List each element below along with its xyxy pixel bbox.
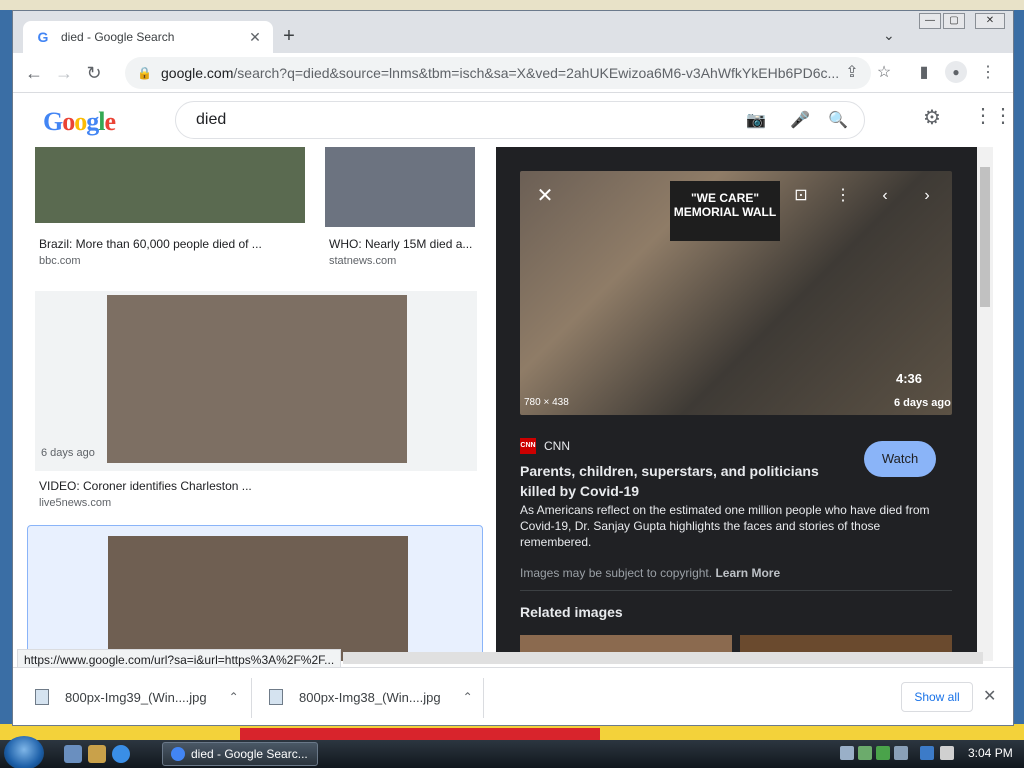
- result-card-coroner[interactable]: [35, 291, 477, 471]
- result-caption[interactable]: VIDEO: Coroner identifies Charleston ...: [39, 479, 252, 493]
- chevron-up-icon[interactable]: ⌃: [229, 690, 239, 704]
- download-item[interactable]: 800px-Img38_(Win....jpg ⌃: [269, 680, 473, 714]
- system-clock[interactable]: 3:04 PM: [968, 746, 1013, 760]
- settings-gear-icon[interactable]: ⚙: [923, 105, 941, 130]
- reload-button[interactable]: ↻: [79, 58, 109, 88]
- result-age: 6 days ago: [41, 447, 95, 459]
- download-item[interactable]: 800px-Img39_(Win....jpg ⌃: [35, 680, 239, 714]
- download-filename: 800px-Img39_(Win....jpg: [65, 689, 207, 705]
- chevron-up-icon[interactable]: ⌃: [463, 690, 473, 704]
- result-source[interactable]: live5news.com: [39, 497, 111, 509]
- tab-title: died - Google Search: [61, 30, 175, 44]
- download-shelf: 800px-Img39_(Win....jpg ⌃ 800px-Img38_(W…: [13, 667, 1013, 725]
- result-source[interactable]: statnews.com: [329, 255, 396, 267]
- previous-image-chevron-icon[interactable]: ‹: [870, 181, 900, 211]
- menu-kebab-icon[interactable]: ⋮: [975, 59, 1001, 87]
- next-image-chevron-icon[interactable]: ›: [912, 181, 942, 211]
- tray-icon-1[interactable]: [840, 746, 854, 760]
- profile-avatar-icon[interactable]: ●: [945, 61, 967, 83]
- result-caption[interactable]: WHO: Nearly 15M died a...: [329, 237, 472, 251]
- preview-image[interactable]: "WE CARE" MEMORIAL WALL ✕ ⊡ ⋮ ‹ › 780 × …: [520, 171, 952, 415]
- network-icon[interactable]: [920, 746, 934, 760]
- result-thumbnail-memorial[interactable]: [108, 536, 408, 661]
- browser-toolbar: ← → ↻ 🔒 google.com/search?q=died&source=…: [13, 53, 1013, 93]
- taskbar-item-chrome[interactable]: died - Google Searc...: [162, 742, 318, 766]
- related-images-heading: Related images: [520, 604, 623, 620]
- result-source[interactable]: bbc.com: [39, 255, 81, 267]
- source-name[interactable]: CNN: [544, 439, 570, 453]
- scrollbar-thumb[interactable]: [980, 167, 990, 307]
- preview-headline[interactable]: Parents, children, superstars, and polit…: [520, 461, 840, 501]
- horizontal-scrollbar[interactable]: [343, 652, 983, 664]
- tray-icon-2[interactable]: [858, 746, 872, 760]
- tab-search-chevron-icon[interactable]: ⌄: [883, 27, 895, 44]
- search-icon[interactable]: 🔍: [828, 110, 848, 130]
- tab-close-icon[interactable]: ✕: [247, 29, 263, 46]
- more-options-icon[interactable]: ⋮: [828, 181, 858, 211]
- result-thumbnail-brazil[interactable]: [35, 147, 305, 223]
- page-scrollbar[interactable]: [977, 147, 993, 661]
- microphone-icon[interactable]: 🎤: [790, 110, 810, 130]
- result-caption[interactable]: Brazil: More than 60,000 people died of …: [39, 237, 262, 251]
- desktop-background-bottom: [0, 724, 1024, 740]
- image-preview-panel: "WE CARE" MEMORIAL WALL ✕ ⊡ ⋮ ‹ › 780 × …: [496, 147, 977, 661]
- tray-icon-4[interactable]: [894, 746, 908, 760]
- lock-icon[interactable]: 🔒: [137, 66, 152, 80]
- preview-description: As Americans reflect on the estimated on…: [520, 503, 930, 549]
- tray-icon-3[interactable]: [876, 746, 890, 760]
- video-duration: 4:36: [896, 371, 923, 386]
- preview-age: 6 days ago: [894, 397, 951, 409]
- image-file-icon: [35, 689, 49, 705]
- tab-google-search[interactable]: G died - Google Search ✕: [23, 21, 273, 53]
- apps-grid-icon[interactable]: ⋮⋮⋮: [973, 103, 1013, 128]
- google-favicon-icon: G: [37, 29, 49, 45]
- divider: [520, 590, 952, 591]
- explorer-icon[interactable]: [88, 745, 106, 763]
- address-bar[interactable]: 🔒 google.com/search?q=died&source=lnms&t…: [125, 57, 871, 89]
- search-box[interactable]: died 📷 🎤 🔍: [175, 101, 865, 139]
- maximize-button[interactable]: ▢: [943, 13, 965, 29]
- show-desktop-icon[interactable]: [64, 745, 82, 763]
- camera-search-icon[interactable]: 📷: [746, 110, 766, 130]
- share-icon[interactable]: ⇪: [839, 59, 865, 87]
- close-shelf-icon[interactable]: ✕: [983, 686, 996, 706]
- google-logo[interactable]: Google: [43, 107, 116, 137]
- internet-explorer-icon[interactable]: [112, 745, 130, 763]
- volume-muted-icon[interactable]: [940, 746, 954, 760]
- back-button[interactable]: ←: [19, 58, 49, 88]
- close-preview-icon[interactable]: ✕: [530, 181, 560, 211]
- minimize-button[interactable]: —: [919, 13, 941, 29]
- download-filename: 800px-Img38_(Win....jpg: [299, 689, 441, 705]
- lens-search-icon[interactable]: ⊡: [786, 181, 816, 211]
- result-card-selected[interactable]: [27, 525, 483, 661]
- url-host: google.com: [161, 65, 234, 81]
- browser-window: G died - Google Search ✕ + ⌄ — ▢ ✕ ← → ↻…: [12, 10, 1014, 726]
- desktop-background: [0, 0, 1024, 10]
- memorial-wall-sign: "WE CARE" MEMORIAL WALL: [670, 181, 780, 241]
- close-window-button[interactable]: ✕: [975, 13, 1005, 29]
- learn-more-link[interactable]: Learn More: [715, 566, 780, 580]
- result-thumbnail-who[interactable]: [325, 147, 475, 227]
- copyright-notice: Images may be subject to copyright. Lear…: [520, 566, 781, 580]
- image-dimensions: 780 × 438: [524, 397, 569, 408]
- source-row[interactable]: CNN CNN: [520, 438, 570, 454]
- new-tab-button[interactable]: +: [277, 25, 301, 49]
- start-button[interactable]: [4, 736, 44, 768]
- watch-button[interactable]: Watch: [864, 441, 936, 477]
- search-query[interactable]: died: [196, 111, 226, 129]
- google-header: Google died 📷 🎤 🔍: [13, 93, 1013, 147]
- taskbar: died - Google Searc... 3:04 PM: [0, 736, 1024, 768]
- cnn-logo-icon: CNN: [520, 438, 536, 454]
- tab-strip: G died - Google Search ✕ + ⌄ — ▢ ✕: [13, 11, 1013, 53]
- forward-button[interactable]: →: [49, 58, 79, 88]
- image-results-grid: Brazil: More than 60,000 people died of …: [13, 147, 493, 661]
- bookmark-star-icon[interactable]: ☆: [871, 59, 897, 87]
- result-thumbnail-coroner[interactable]: [107, 295, 407, 463]
- image-file-icon: [269, 689, 283, 705]
- url-path: /search?q=died&source=lnms&tbm=isch&sa=X…: [233, 65, 840, 81]
- chrome-icon: [171, 747, 185, 761]
- show-all-button[interactable]: Show all: [901, 682, 973, 712]
- side-panel-icon[interactable]: ▮: [911, 59, 937, 87]
